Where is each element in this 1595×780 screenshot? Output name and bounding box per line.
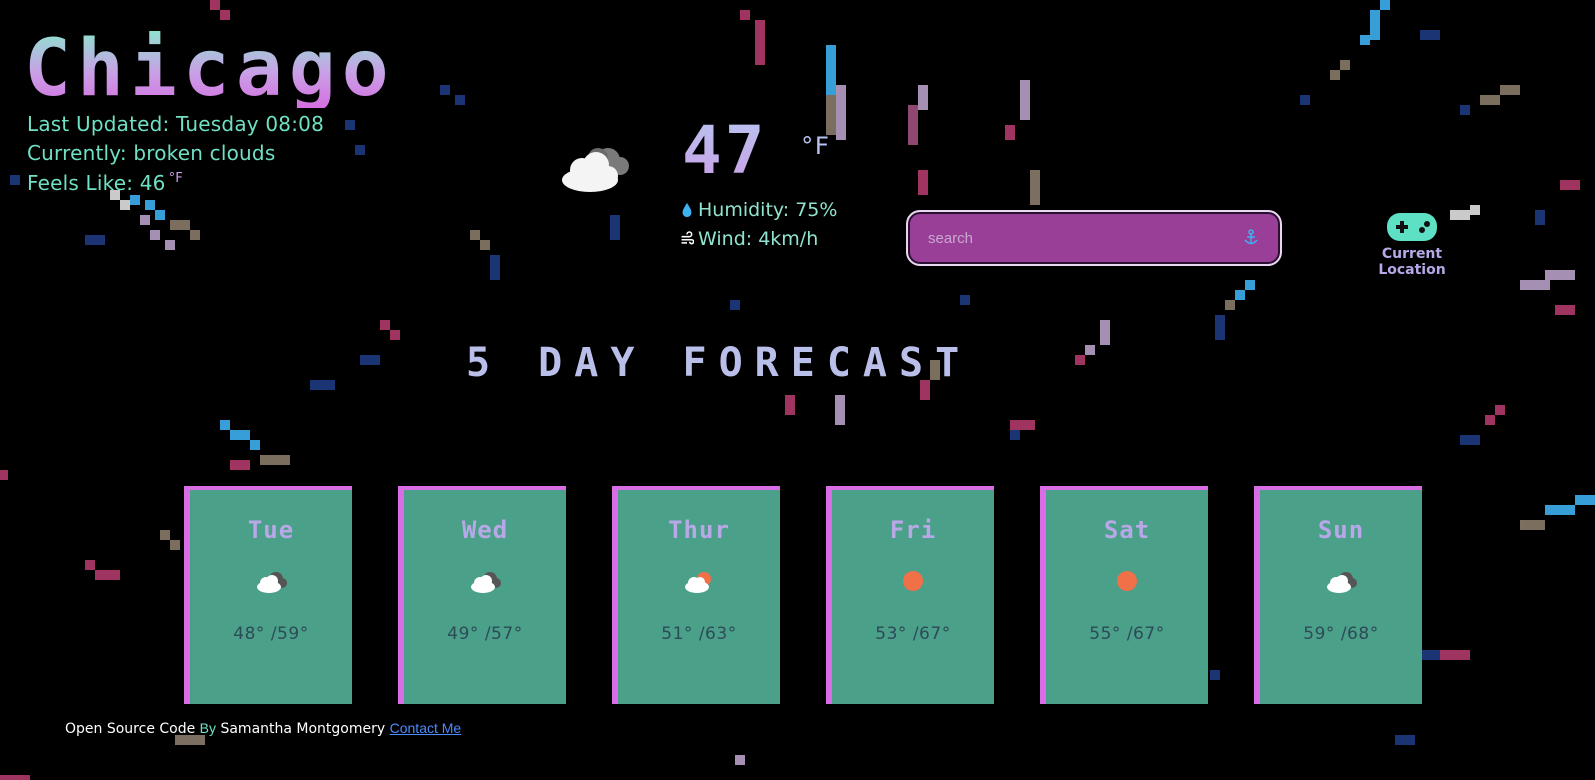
- sun-icon: [903, 571, 923, 591]
- by-label: By: [199, 720, 217, 736]
- forecast-range: 48° /59°: [233, 624, 309, 644]
- current-temperature: 47: [682, 112, 768, 189]
- forecast-card-thur: Thur 51° /63°: [612, 486, 780, 704]
- author-name: Samantha Montgomery: [220, 721, 386, 737]
- forecast-day: Thur: [668, 516, 730, 544]
- sun-icon: [1117, 571, 1137, 591]
- water-drop-icon: [682, 202, 692, 218]
- current-location-button[interactable]: Current Location: [1348, 212, 1476, 278]
- humidity-value: Humidity: 75%: [698, 199, 838, 221]
- open-source-label: Open Source Code: [65, 721, 196, 737]
- feels-like: Feels Like: 46 °F: [27, 171, 183, 195]
- forecast-day: Tue: [247, 516, 295, 544]
- forecast-card-fri: Fri 53° /67°: [826, 486, 994, 704]
- search-input[interactable]: [908, 211, 1236, 265]
- anchor-icon: [1244, 229, 1258, 245]
- feels-like-value: Feels Like: 46: [27, 171, 166, 195]
- wind-value: Wind: 4km/h: [698, 228, 819, 250]
- forecast-card-wed: Wed 49° /57°: [398, 486, 566, 704]
- search-bar: [906, 210, 1282, 266]
- forecast-range: 51° /63°: [661, 624, 737, 644]
- forecast-range: 53° /67°: [875, 624, 951, 644]
- forecast-card-sun: Sun 59° /68°: [1254, 486, 1422, 704]
- search-button[interactable]: [1236, 223, 1266, 253]
- city-name: Chicago: [24, 24, 395, 114]
- current-location-label: Current Location: [1378, 246, 1446, 278]
- last-updated: Last Updated: Tuesday 08:08: [27, 112, 325, 136]
- wind-icon: [681, 231, 694, 245]
- few-clouds-icon: [685, 572, 711, 593]
- temperature-unit: °F: [800, 132, 829, 160]
- broken-clouds-icon: [562, 148, 629, 192]
- forecast-title: 5 DAY FORECAST: [466, 340, 972, 386]
- forecast-card-sat: Sat 55° /67°: [1040, 486, 1208, 704]
- forecast-range: 49° /57°: [447, 624, 523, 644]
- forecast-card-tue: Tue 48° /59°: [184, 486, 352, 704]
- broken-clouds-icon: [257, 572, 287, 593]
- humidity: Humidity: 75%: [680, 199, 837, 221]
- wind: Wind: 4km/h: [680, 228, 818, 250]
- current-condition: Currently: broken clouds: [27, 141, 276, 165]
- contact-me-link[interactable]: Contact Me: [390, 720, 462, 736]
- broken-clouds-icon: [471, 572, 501, 593]
- footer: Open Source Code By Samantha Montgomery …: [65, 720, 461, 737]
- forecast-range: 55° /67°: [1089, 624, 1165, 644]
- feels-like-unit: °F: [168, 171, 183, 187]
- forecast-day: Sat: [1103, 516, 1151, 544]
- forecast-day: Wed: [461, 516, 509, 544]
- forecast-day: Fri: [889, 516, 937, 544]
- broken-clouds-icon: [1327, 572, 1357, 593]
- gamepad-icon: [1387, 213, 1437, 241]
- forecast-day: Sun: [1317, 516, 1365, 544]
- forecast-range: 59° /68°: [1303, 624, 1379, 644]
